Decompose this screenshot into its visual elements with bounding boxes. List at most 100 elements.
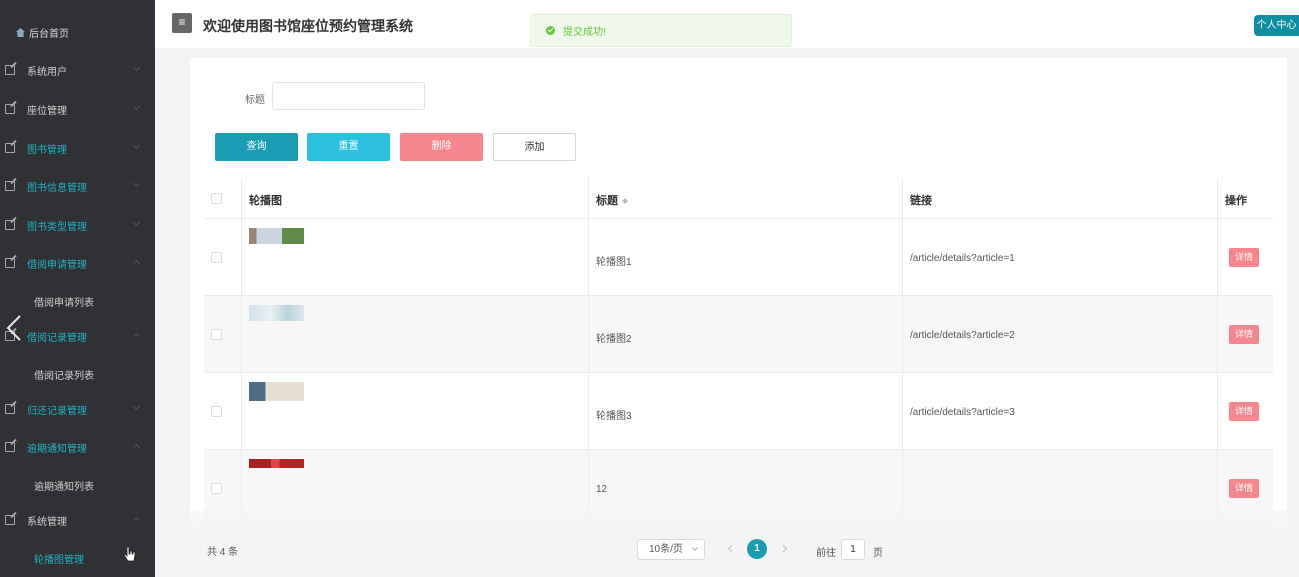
sidebar-item-label: 图书信息管理 bbox=[27, 182, 87, 194]
back-arrow-icon[interactable] bbox=[5, 314, 23, 342]
delete-button[interactable]: 删除 bbox=[400, 133, 483, 161]
column-header-title-label: 标题 bbox=[596, 195, 618, 207]
sidebar-item-system[interactable]: 系统管理 bbox=[0, 502, 155, 538]
toast-message: 提交成功! bbox=[563, 27, 606, 38]
topbar: ≡ 欢迎使用图书馆座位预约管理系统 提交成功! 个人中心 bbox=[155, 0, 1299, 48]
sidebar-item-label: 借阅记录管理 bbox=[27, 332, 87, 344]
chevron-down-icon bbox=[132, 102, 141, 111]
row-link: /article/details?article=2 bbox=[910, 330, 1015, 341]
chevron-down-icon bbox=[132, 141, 141, 150]
sidebar-item-seats[interactable]: 座位管理 bbox=[0, 91, 155, 127]
row-link: /article/details?article=3 bbox=[910, 407, 1015, 418]
page-title: 欢迎使用图书馆座位预约管理系统 bbox=[203, 18, 413, 34]
row-title: 轮播图3 bbox=[596, 411, 632, 422]
title-search-input[interactable] bbox=[272, 82, 425, 110]
page-size-value: 10条/页 bbox=[649, 544, 683, 555]
sidebar-subitem-overdue-list[interactable]: 逾期通知列表 bbox=[34, 478, 94, 493]
edit-icon bbox=[5, 104, 15, 114]
row-title: 轮播图2 bbox=[596, 334, 632, 345]
sort-icon[interactable] bbox=[621, 195, 629, 205]
pagination-bar: 共 4 条 10条/页 1 前往 1 页 bbox=[155, 510, 1299, 577]
table-row: 轮播图2 /article/details?article=2 详情 bbox=[204, 296, 1273, 373]
carousel-table: 轮播图 标题 链接 操作 轮播图1 /article/details?artic… bbox=[204, 178, 1273, 527]
sidebar-subitem-borrow-request-list[interactable]: 借阅申请列表 bbox=[34, 294, 94, 309]
home-icon bbox=[16, 28, 25, 37]
chevron-up-icon bbox=[132, 332, 141, 341]
column-header-link: 链接 bbox=[910, 195, 932, 207]
edit-icon bbox=[5, 404, 15, 414]
prev-page-icon[interactable] bbox=[727, 544, 736, 553]
detail-button[interactable]: 详情 bbox=[1229, 402, 1259, 421]
page-number-current[interactable]: 1 bbox=[747, 539, 767, 559]
sidebar-home[interactable]: 后台首页 bbox=[16, 25, 69, 40]
query-button[interactable]: 查询 bbox=[215, 133, 298, 161]
row-title: 轮播图1 bbox=[596, 257, 632, 268]
goto-page-input[interactable]: 1 bbox=[841, 539, 865, 560]
sidebar-item-book-types[interactable]: 图书类型管理 bbox=[0, 207, 155, 243]
sidebar-item-label: 图书管理 bbox=[27, 144, 67, 156]
detail-button[interactable]: 详情 bbox=[1229, 479, 1259, 498]
sidebar-item-overdue[interactable]: 逾期通知管理 bbox=[0, 429, 155, 465]
table-row: 轮播图3 /article/details?article=3 详情 bbox=[204, 373, 1273, 450]
edit-icon bbox=[5, 181, 15, 191]
search-label: 标题 bbox=[245, 95, 265, 106]
column-header-image: 轮播图 bbox=[249, 195, 282, 207]
sidebar-subitem-borrow-record-list[interactable]: 借阅记录列表 bbox=[34, 367, 94, 382]
chevron-down-icon bbox=[692, 545, 698, 551]
add-button[interactable]: 添加 bbox=[493, 133, 576, 161]
sidebar-item-label: 系统管理 bbox=[27, 516, 67, 528]
edit-icon bbox=[5, 258, 15, 268]
chevron-down-icon bbox=[132, 179, 141, 188]
sidebar: 后台首页 系统用户 座位管理 图书管理 图书信息管理 图书类型管理 借阅申请管理… bbox=[0, 0, 155, 577]
menu-toggle-button[interactable]: ≡ bbox=[172, 13, 192, 33]
edit-icon bbox=[5, 220, 15, 230]
row-checkbox[interactable] bbox=[211, 406, 222, 417]
row-link: /article/details?article=1 bbox=[910, 253, 1015, 264]
sidebar-item-borrow-requests[interactable]: 借阅申请管理 bbox=[0, 245, 155, 281]
carousel-thumbnail bbox=[249, 459, 304, 468]
sidebar-item-book-info[interactable]: 图书信息管理 bbox=[0, 168, 155, 204]
row-checkbox[interactable] bbox=[211, 329, 222, 340]
select-all-checkbox[interactable] bbox=[211, 193, 222, 204]
content-panel: 标题 查询 重置 删除 添加 轮播图 标题 链接 操作 轮播图1 /articl… bbox=[190, 58, 1287, 577]
page-size-select[interactable]: 10条/页 bbox=[637, 539, 705, 560]
sidebar-item-label: 归还记录管理 bbox=[27, 405, 87, 417]
chevron-up-icon bbox=[132, 516, 141, 525]
sidebar-item-label: 系统用户 bbox=[27, 66, 67, 78]
goto-suffix: 页 bbox=[873, 548, 883, 559]
row-checkbox[interactable] bbox=[211, 483, 222, 494]
edit-icon bbox=[5, 442, 15, 452]
check-circle-icon bbox=[546, 26, 555, 35]
sidebar-item-label: 图书类型管理 bbox=[27, 221, 87, 233]
success-toast: 提交成功! bbox=[530, 14, 792, 47]
total-count: 共 4 条 bbox=[207, 547, 239, 558]
sidebar-item-label: 座位管理 bbox=[27, 105, 67, 117]
sidebar-item-books[interactable]: 图书管理 bbox=[0, 130, 155, 166]
sidebar-item-label: 逾期通知管理 bbox=[27, 443, 87, 455]
sidebar-item-label: 借阅申请管理 bbox=[27, 259, 87, 271]
edit-icon bbox=[5, 143, 15, 153]
sidebar-item-users[interactable]: 系统用户 bbox=[0, 52, 155, 88]
chevron-down-icon bbox=[132, 218, 141, 227]
sidebar-item-borrow-records[interactable]: 借阅记录管理 bbox=[0, 318, 155, 354]
chevron-down-icon bbox=[132, 63, 141, 72]
hand-cursor-icon bbox=[123, 546, 136, 562]
edit-icon bbox=[5, 515, 15, 525]
detail-button[interactable]: 详情 bbox=[1229, 325, 1259, 344]
table-header: 轮播图 标题 链接 操作 bbox=[204, 178, 1273, 219]
carousel-thumbnail bbox=[249, 228, 304, 244]
sidebar-subitem-carousel[interactable]: 轮播图管理 bbox=[34, 551, 84, 566]
next-page-icon[interactable] bbox=[779, 544, 788, 553]
column-header-title[interactable]: 标题 bbox=[596, 192, 629, 208]
detail-button[interactable]: 详情 bbox=[1229, 248, 1259, 267]
sidebar-item-return-records[interactable]: 归还记录管理 bbox=[0, 391, 155, 427]
chevron-down-icon bbox=[132, 402, 141, 411]
table-row: 轮播图1 /article/details?article=1 详情 bbox=[204, 219, 1273, 296]
row-checkbox[interactable] bbox=[211, 252, 222, 263]
goto-label: 前往 bbox=[816, 548, 836, 559]
profile-button[interactable]: 个人中心 bbox=[1254, 15, 1299, 36]
reset-button[interactable]: 重置 bbox=[307, 133, 390, 161]
carousel-thumbnail bbox=[249, 382, 304, 401]
row-title: 12 bbox=[596, 484, 608, 495]
chevron-up-icon bbox=[132, 259, 141, 268]
